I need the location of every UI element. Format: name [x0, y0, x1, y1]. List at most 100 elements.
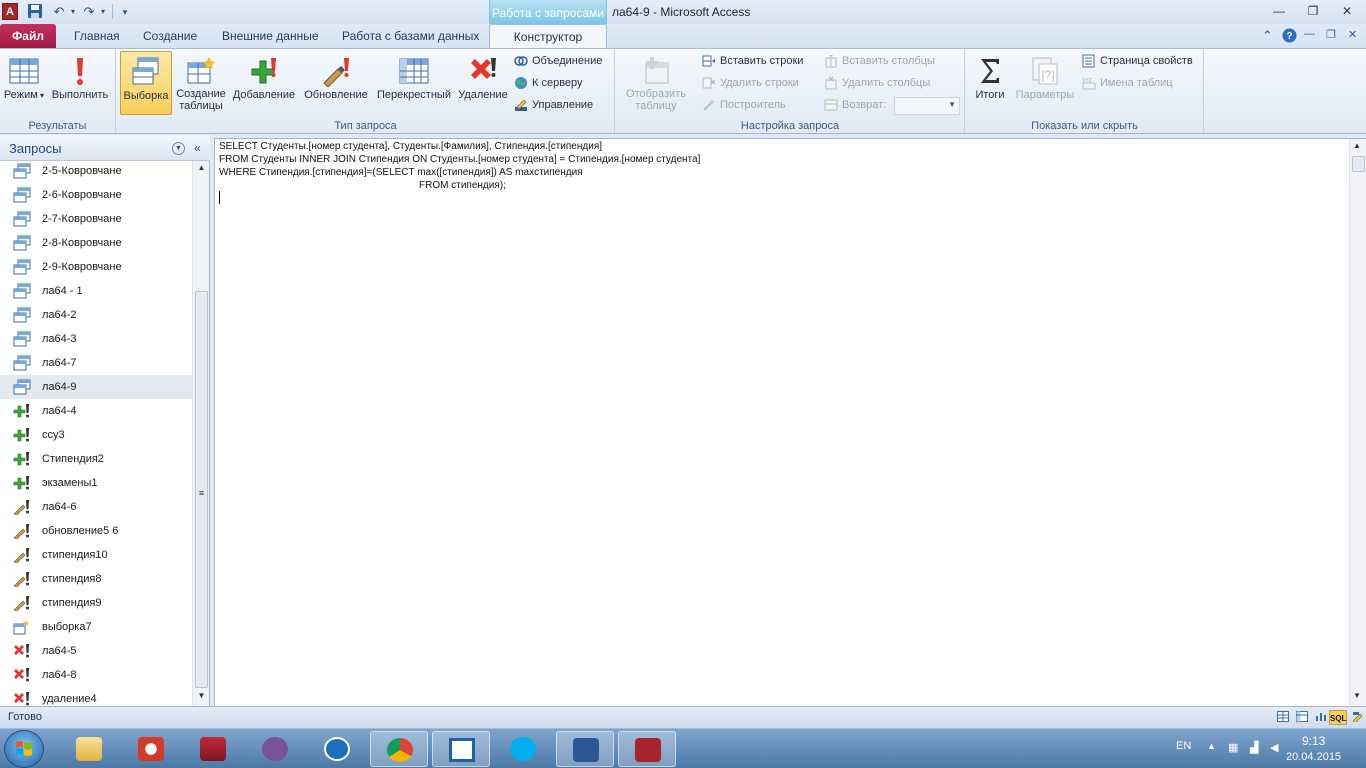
run-button[interactable]: Выполнить [48, 51, 112, 115]
property-sheet-button[interactable]: Страница свойств [1082, 54, 1193, 74]
minimize-button[interactable]: — [1264, 2, 1294, 21]
pass-through-button[interactable]: К серверу [514, 76, 583, 96]
scroll-up-icon[interactable]: ▲ [196, 163, 207, 175]
editor-scrollbar[interactable]: ▲ ▼ [1349, 139, 1366, 705]
nav-query-item[interactable]: 2-6-Ковровчане [0, 183, 192, 207]
insert-columns-button[interactable]: Вставить столбцы [824, 54, 935, 74]
crosstab-query-button[interactable]: Перекрестный [374, 51, 454, 115]
tab-home[interactable]: Главная [60, 24, 134, 48]
table-names-button[interactable]: XYZ Имена таблиц [1082, 76, 1173, 96]
nav-query-item[interactable]: ла64-9 [0, 375, 192, 399]
parameters-button[interactable]: [?] Параметры [1012, 51, 1078, 115]
builder-button[interactable]: Построитель [702, 98, 786, 118]
append-query-button[interactable]: Добавление [230, 51, 298, 115]
tab-design[interactable]: Конструктор [489, 24, 607, 48]
make-table-button[interactable]: Создание таблицы [174, 51, 228, 115]
language-indicator[interactable]: EN [1176, 740, 1191, 752]
nav-pane-menu-icon[interactable]: ▼ [172, 142, 185, 155]
redo-dropdown-icon[interactable]: ▾ [94, 3, 112, 21]
signal-icon[interactable]: ▟ [1250, 741, 1258, 754]
maximize-button[interactable]: ❐ [1298, 2, 1328, 21]
nav-query-item[interactable]: стипендия10 [0, 543, 192, 567]
insert-columns-icon [825, 55, 837, 68]
design-view-icon[interactable] [1350, 710, 1366, 725]
taskbar-k-app[interactable] [308, 731, 366, 767]
nav-query-item[interactable]: ла64-4 [0, 399, 192, 423]
datasheet-view-icon[interactable] [1275, 710, 1291, 725]
save-icon[interactable] [26, 3, 44, 21]
nav-query-item[interactable]: удаление4 [0, 687, 192, 706]
nav-query-item[interactable]: ccy3 [0, 423, 192, 447]
nav-query-item[interactable]: обновление5 6 [0, 519, 192, 543]
select-query-button[interactable]: Выборка [120, 51, 172, 115]
taskbar-word[interactable] [556, 731, 614, 767]
tab-file[interactable]: Файл [0, 24, 56, 48]
delete-columns-button[interactable]: Удалить столбцы [824, 76, 930, 96]
nav-pane-collapse-icon[interactable]: « [194, 141, 201, 155]
delete-rows-button[interactable]: Удалить строки [702, 76, 799, 96]
tab-create[interactable]: Создание [129, 24, 211, 48]
nav-query-item[interactable]: ла64-5 [0, 639, 192, 663]
access-logo-icon[interactable]: A [2, 3, 18, 20]
pivot-table-view-icon[interactable] [1294, 710, 1310, 725]
tab-external-data[interactable]: Внешние данные [208, 24, 333, 48]
taskbar-explorer[interactable] [60, 731, 118, 767]
nav-query-item[interactable]: стипендия8 [0, 567, 192, 591]
nav-pane-header[interactable]: Запросы ▼ « [0, 135, 210, 161]
nav-query-item[interactable]: Стипендия2 [0, 447, 192, 471]
select-query-icon [132, 57, 159, 85]
nav-query-item[interactable]: 2-8-Ковровчане [0, 231, 192, 255]
start-button[interactable] [4, 730, 44, 768]
taskbar-skype[interactable] [494, 731, 552, 767]
nav-query-item[interactable]: ла64 - 1 [0, 279, 192, 303]
sql-view-button[interactable]: SQL [1329, 710, 1347, 725]
scroll-up-icon[interactable]: ▲ [1353, 141, 1361, 150]
nav-query-item[interactable]: 2-5-Ковровчане [0, 161, 192, 183]
pivot-chart-view-icon[interactable] [1313, 710, 1329, 725]
tray-expand-icon[interactable]: ▲ [1207, 741, 1216, 751]
nav-query-item[interactable]: ла64-6 [0, 495, 192, 519]
nav-query-item[interactable]: ла64-3 [0, 327, 192, 351]
delete-query-button[interactable]: Удаление [456, 51, 510, 115]
nav-query-item[interactable]: 2-9-Ковровчане [0, 255, 192, 279]
taskbar-chrome[interactable] [370, 731, 428, 767]
insert-rows-button[interactable]: Вставить строки [702, 54, 803, 74]
help-icon[interactable]: ? [1282, 28, 1297, 46]
scroll-down-icon[interactable]: ▼ [196, 691, 207, 703]
show-table-button[interactable]: Отобразить таблицу [620, 51, 692, 115]
taskbar-viber[interactable] [246, 731, 304, 767]
volume-icon[interactable]: ◀ [1270, 741, 1278, 754]
doc-close-icon[interactable]: ✕ [1348, 28, 1357, 41]
nav-scrollbar[interactable]: ▲ ≡ ▼ [192, 161, 209, 706]
nav-query-item[interactable]: выборка7 [0, 615, 192, 639]
minimize-ribbon-icon[interactable]: ⌃ [1262, 28, 1273, 44]
clock-time[interactable]: 9:13 [1302, 734, 1325, 748]
taskbar-window-app[interactable] [432, 731, 490, 767]
editor-scroll-thumb[interactable] [1352, 156, 1365, 172]
doc-restore-icon[interactable]: ❐ [1326, 28, 1336, 41]
network-icon[interactable]: ▦ [1228, 741, 1238, 754]
tab-database-tools[interactable]: Работа с базами данных [328, 24, 493, 48]
taskbar-access[interactable] [618, 731, 676, 767]
taskbar-winrar[interactable] [184, 731, 242, 767]
scroll-down-icon[interactable]: ▼ [1353, 691, 1361, 700]
clock-date[interactable]: 20.04.2015 [1286, 751, 1341, 763]
nav-query-item[interactable]: ла64-7 [0, 351, 192, 375]
nav-query-item[interactable]: ла64-2 [0, 303, 192, 327]
view-button[interactable]: Режим ▾ [2, 51, 46, 115]
totals-button[interactable]: Итоги [970, 51, 1010, 115]
union-query-button[interactable]: Объединение [514, 54, 602, 74]
nav-query-item[interactable]: стипендия9 [0, 591, 192, 615]
close-button[interactable]: ✕ [1332, 2, 1362, 21]
taskbar-ccleaner[interactable] [122, 731, 180, 767]
update-query-button[interactable]: Обновление [300, 51, 372, 115]
data-definition-button[interactable]: Управление [514, 98, 593, 118]
nav-query-item[interactable]: экзамены1 [0, 471, 192, 495]
sql-editor[interactable]: SELECT Студенты.[номер студента], Студен… [214, 138, 1366, 706]
nav-query-item[interactable]: 2-7-Ковровчане [0, 207, 192, 231]
return-combo[interactable]: ▼ [894, 97, 960, 115]
customize-qat-icon[interactable]: ▾ [116, 3, 134, 21]
doc-minimize-icon[interactable]: — [1304, 28, 1315, 40]
nav-query-item[interactable]: ла64-8 [0, 663, 192, 687]
view-dropdown-icon: ▾ [37, 91, 45, 100]
